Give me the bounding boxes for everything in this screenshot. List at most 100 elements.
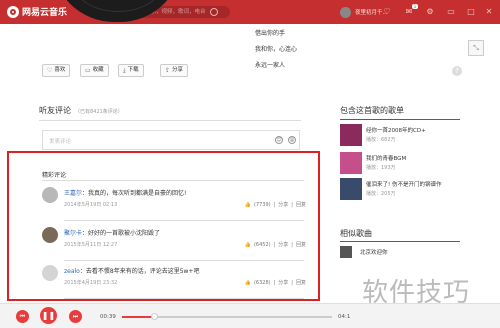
hot-comments-label: 精彩评论 bbox=[42, 172, 67, 179]
playlist-cover bbox=[340, 152, 362, 174]
playlist-section-title: 包含这首歌的歌单 bbox=[340, 106, 404, 115]
comment-share-button[interactable]: 分享 bbox=[278, 242, 288, 248]
comment-reply-button[interactable]: 回复 bbox=[296, 242, 306, 248]
comment-text: zealo：去看不惯8年来有的话，评论去这里5w+吧 bbox=[64, 268, 200, 275]
comment-item: 王嘉尔：我真的，每次听到都满是自豪的回忆! 2014年5月19日 02:13 👍 (7… bbox=[42, 187, 310, 217]
commenter-avatar[interactable] bbox=[42, 265, 58, 281]
player-bar: ⏮ ❚❚ ⏭ 00:39 04:1 bbox=[0, 303, 500, 328]
comment-actions: 👍 (6452) | 分享 | 回复 bbox=[242, 241, 306, 248]
like-button[interactable]: ♡ 喜欢 bbox=[42, 64, 71, 77]
divider bbox=[64, 260, 304, 261]
similar-song-item[interactable]: 北京欢迎你 bbox=[340, 246, 460, 260]
separator: | bbox=[291, 242, 293, 248]
divider bbox=[340, 241, 460, 242]
previous-icon: ⏮ bbox=[19, 313, 26, 320]
separator: | bbox=[273, 202, 276, 208]
comment-placeholder: 发表评论 bbox=[49, 139, 72, 145]
playlist-name: 催泪来了! 伤不是开门的钢谱作 bbox=[366, 182, 442, 188]
lyric-line: 借出你的手 bbox=[255, 30, 286, 37]
progress-knob[interactable] bbox=[150, 313, 158, 320]
commenter-avatar[interactable] bbox=[42, 227, 58, 243]
download-label: 下载 bbox=[127, 67, 139, 73]
netease-logo-icon bbox=[7, 5, 19, 18]
next-icon: ⏭ bbox=[72, 313, 79, 320]
collect-button[interactable]: ▭ 收藏 bbox=[80, 64, 109, 77]
comment-reply-button[interactable]: 回复 bbox=[296, 202, 306, 208]
emoji-icon[interactable]: ☺ bbox=[275, 136, 283, 144]
comment-body: 好好的一首歌被小沈阳毁了 bbox=[88, 230, 161, 237]
folder-icon: ▭ bbox=[85, 67, 91, 74]
comment-text: 聚尔卡：好好的一首歌被小沈阳毁了 bbox=[64, 230, 161, 237]
comment-count: （已有8421条评论） bbox=[75, 109, 123, 115]
playlist-name: 经你一首2008年的CD+ bbox=[366, 128, 426, 134]
like-count[interactable]: (7739) bbox=[254, 202, 271, 208]
separator: | bbox=[273, 242, 276, 248]
app-name: 网易云音乐 bbox=[22, 8, 68, 18]
like-count[interactable]: (6328) bbox=[254, 280, 271, 286]
app-window: 网易云音乐 ‹ › 搜索音乐，视频，歌词，电台 夜里初月千... ♡ ✉ 1 ⚙… bbox=[0, 0, 500, 328]
comments-heading: 听友评论 bbox=[39, 106, 71, 115]
comment-reply-button[interactable]: 回复 bbox=[296, 280, 306, 286]
current-time: 00:39 bbox=[100, 314, 116, 320]
separator: | bbox=[273, 280, 276, 286]
lyric-line: 我和你，心连心 bbox=[255, 46, 298, 53]
comment-item: 聚尔卡：好好的一首歌被小沈阳毁了 2015年5月11日 12:27 👍 (6452) |… bbox=[42, 227, 310, 257]
commenter-avatar[interactable] bbox=[42, 187, 58, 203]
search-icon[interactable] bbox=[210, 8, 218, 16]
minimize-icon[interactable]: ▭ bbox=[446, 7, 456, 17]
playlist-plays: 播放：682万 bbox=[366, 137, 396, 143]
collapse-button[interactable]: ⤡ bbox=[468, 40, 484, 56]
user-avatar[interactable] bbox=[340, 7, 351, 18]
comment-item: zealo：去看不惯8年来有的话，评论去这里5w+吧 2015年4月19日 23:… bbox=[42, 265, 310, 295]
commenter-name[interactable]: 王嘉尔 bbox=[64, 190, 82, 197]
shrink-icon: ⤡ bbox=[473, 44, 479, 52]
progress-fill bbox=[122, 316, 154, 318]
divider bbox=[64, 220, 304, 221]
commenter-name[interactable]: zealo bbox=[64, 268, 80, 275]
playlist-plays: 播放：193万 bbox=[366, 165, 396, 171]
help-icon[interactable]: ? bbox=[452, 66, 462, 76]
divider bbox=[340, 119, 460, 120]
share-label: 分享 bbox=[172, 67, 184, 73]
comments-title: 听友评论 （已有8421条评论） bbox=[39, 105, 123, 116]
thumbs-up-icon[interactable]: 👍 bbox=[245, 280, 251, 286]
share-button[interactable]: ⇪ 分享 bbox=[160, 64, 189, 77]
pause-icon: ❚❚ bbox=[41, 311, 56, 320]
comment-share-button[interactable]: 分享 bbox=[278, 202, 288, 208]
progress-track[interactable] bbox=[122, 313, 332, 320]
maximize-icon[interactable]: □ bbox=[466, 7, 476, 17]
separator: | bbox=[291, 280, 293, 286]
comment-body: 去看不惯8年来有的话，评论去这里5w+吧 bbox=[85, 268, 200, 275]
playlist-name: 我们的青春BGM bbox=[366, 156, 407, 162]
message-badge: 1 bbox=[412, 4, 418, 9]
playlist-plays: 播放：205万 bbox=[366, 191, 396, 197]
comment-text: 王嘉尔：我真的，每次听到都满是自豪的回忆! bbox=[64, 190, 187, 197]
total-time: 04:1 bbox=[338, 314, 351, 320]
at-icon[interactable]: @ bbox=[288, 136, 296, 144]
pause-button[interactable]: ❚❚ bbox=[40, 307, 57, 324]
comment-actions: 👍 (7739) | 分享 | 回复 bbox=[242, 201, 306, 208]
lyric-line: 永远一家人 bbox=[255, 62, 286, 69]
close-icon[interactable]: ✕ bbox=[484, 7, 494, 17]
settings-icon[interactable]: ⚙ bbox=[425, 7, 435, 17]
comment-share-button[interactable]: 分享 bbox=[278, 280, 288, 286]
playlist-item[interactable]: 经你一首2008年的CD+ 播放：682万 bbox=[340, 124, 460, 148]
collect-label: 收藏 bbox=[92, 67, 104, 73]
download-button[interactable]: ⤓ 下载 bbox=[118, 64, 144, 77]
commenter-name[interactable]: 聚尔卡 bbox=[64, 230, 82, 237]
playlist-item[interactable]: 我们的青春BGM 播放：193万 bbox=[340, 152, 460, 176]
app-logo[interactable]: 网易云音乐 bbox=[7, 5, 67, 18]
skin-icon[interactable]: ♡ bbox=[382, 7, 392, 17]
playlist-item[interactable]: 催泪来了! 伤不是开门的钢谱作 播放：205万 bbox=[340, 178, 460, 202]
previous-button[interactable]: ⏮ bbox=[16, 310, 29, 323]
thumbs-up-icon[interactable]: 👍 bbox=[245, 202, 251, 208]
comment-actions: 👍 (6328) | 分享 | 回复 bbox=[242, 279, 306, 286]
similar-section-title: 相似歌曲 bbox=[340, 229, 372, 238]
separator: | bbox=[291, 202, 293, 208]
thumbs-up-icon[interactable]: 👍 bbox=[245, 242, 251, 248]
comment-time: 2015年5月11日 12:27 bbox=[64, 242, 118, 248]
comment-input[interactable]: 发表评论 ☺ @ bbox=[42, 130, 300, 150]
playlist-cover bbox=[340, 178, 362, 200]
like-count[interactable]: (6452) bbox=[254, 242, 271, 248]
next-button[interactable]: ⏭ bbox=[69, 310, 82, 323]
